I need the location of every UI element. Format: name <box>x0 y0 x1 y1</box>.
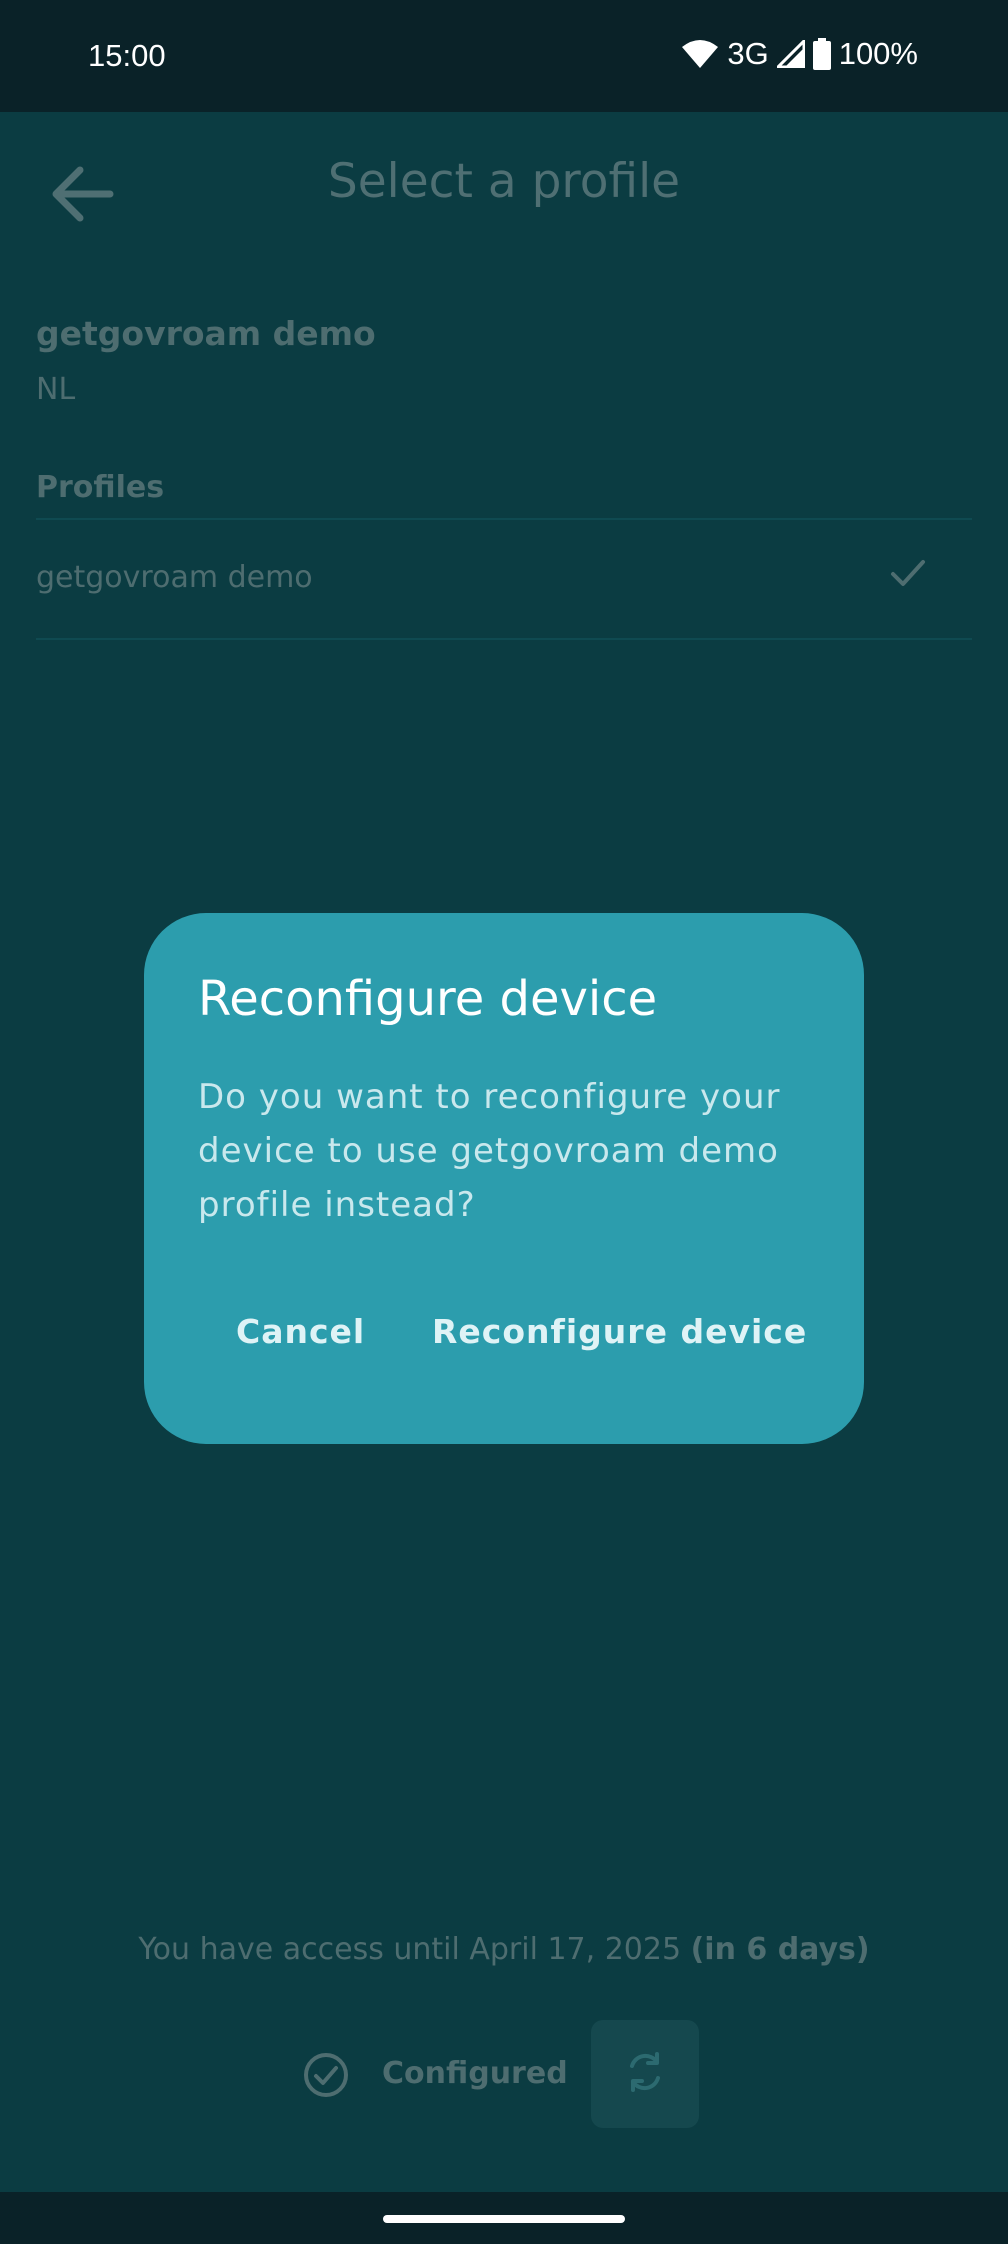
reconfigure-device-button[interactable]: Reconfigure device <box>432 1301 807 1361</box>
dialog-message: Do you want to reconfigure your device t… <box>198 1077 781 1225</box>
access-days-remaining: (in 6 days) <box>690 1932 870 1967</box>
divider <box>36 638 972 640</box>
reconfigure-dialog: Reconfigure device Do you want to reconf… <box>144 913 864 1444</box>
access-info: You have access until April 17, 2025 (in… <box>0 1932 1008 1967</box>
wifi-icon <box>681 39 719 69</box>
screen: 15:00 3G 100% Select a profile getgovroa… <box>0 0 1008 2244</box>
network-type: 3G <box>727 36 769 71</box>
dialog-title: Reconfigure device <box>198 971 658 1027</box>
configured-status-row: Configured <box>0 2020 1008 2130</box>
navigation-bar <box>0 2192 1008 2244</box>
battery-icon <box>812 38 831 70</box>
status-time: 15:00 <box>88 38 166 73</box>
configured-label: Configured <box>382 2056 568 2091</box>
page-title: Select a profile <box>327 154 681 209</box>
status-icons: 3G 100% <box>681 36 918 72</box>
battery-level: 100% <box>838 36 918 71</box>
institution-name: getgovroam demo <box>36 314 376 353</box>
status-bar: 15:00 3G 100% <box>0 0 1008 112</box>
cancel-button[interactable]: Cancel <box>236 1301 365 1361</box>
check-circle-icon <box>302 2051 350 2103</box>
home-indicator[interactable] <box>383 2215 625 2223</box>
refresh-button[interactable] <box>591 2020 699 2128</box>
profile-name: getgovroam demo <box>36 560 313 595</box>
dialog-actions: Cancel Reconfigure device <box>144 1301 864 1361</box>
profile-list-item[interactable]: getgovroam demo <box>36 520 972 638</box>
refresh-icon <box>623 2050 667 2098</box>
signal-icon <box>776 40 805 68</box>
profiles-section-header: Profiles <box>36 470 165 505</box>
institution-country: NL <box>36 372 76 407</box>
access-until-text: You have access until April 17, 2025 <box>138 1932 691 1967</box>
check-icon <box>890 558 926 592</box>
